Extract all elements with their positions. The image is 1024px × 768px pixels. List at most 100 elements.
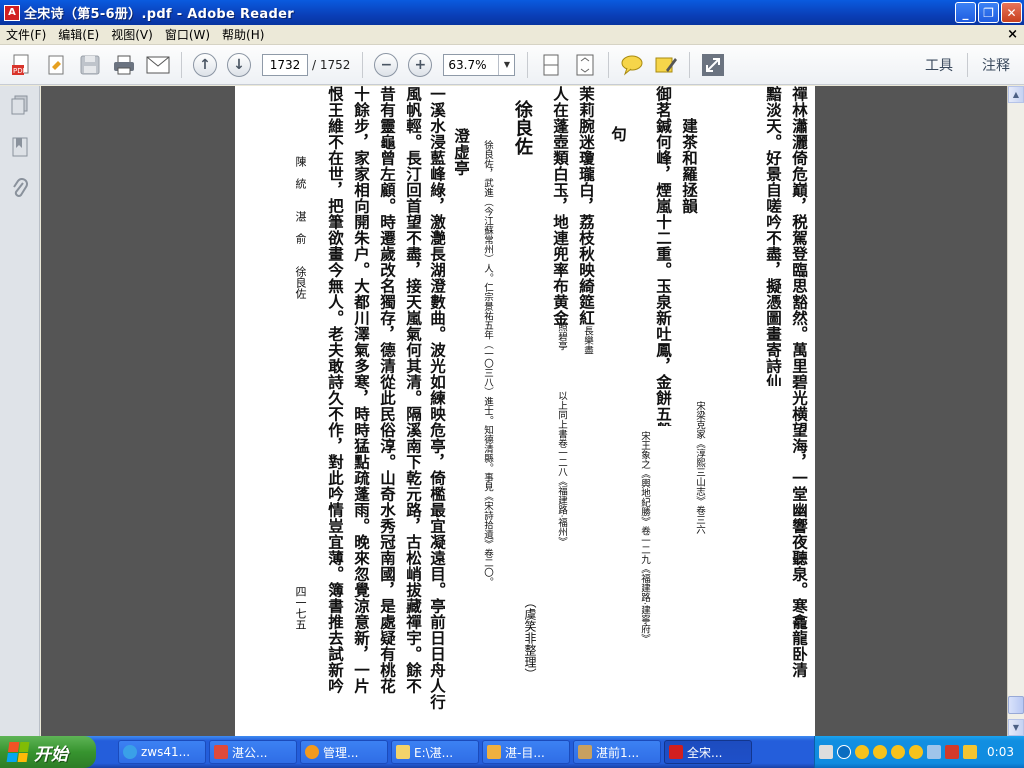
antivirus-icon[interactable] xyxy=(945,745,960,759)
scroll-page-icon xyxy=(543,54,559,75)
author-bio: 徐良佐，武進（今江蘇常州）人。仁宗景祐五年（一〇三八）進士。知德清縣。事見《宋詩… xyxy=(482,140,493,587)
paperclip-icon xyxy=(13,178,28,197)
window-controls: _ ❐ ✕ xyxy=(955,2,1022,23)
text-column: 禪林瀟灑倚危巔，税駕登臨思豁然。萬里碧光横望海，一堂幽響夜聽泉。寒龕龍卧清 xyxy=(790,86,809,678)
print-button[interactable] xyxy=(110,51,138,79)
zoom-value: 63.7% xyxy=(448,57,487,72)
task-button[interactable]: 湛公... xyxy=(209,740,297,764)
qq-icon[interactable] xyxy=(891,745,906,759)
toolbar-separator xyxy=(527,51,529,78)
browser-icon xyxy=(123,745,137,759)
keyboard-icon[interactable] xyxy=(819,745,834,759)
toolbar-separator xyxy=(362,51,364,78)
page-total: / 1752 xyxy=(312,57,351,72)
zoom-in-button[interactable]: + xyxy=(406,51,434,79)
highlight-button[interactable] xyxy=(652,51,680,79)
text-column: 御茗鍼何峰，煙嵐十二重。玉泉新吐鳳，金餅五盤龍。 xyxy=(654,86,673,426)
fit-page-button[interactable] xyxy=(571,51,599,79)
edit-pdf-icon xyxy=(48,55,64,74)
text-column: 茉莉腕迷瓊瓏白，荔枝秋映綺筵紅。 xyxy=(577,86,596,326)
windows-logo-icon xyxy=(6,742,30,762)
email-button[interactable] xyxy=(144,51,172,79)
poem-title: 建茶和羅拯韻 xyxy=(680,118,699,214)
task-button[interactable]: 管理... xyxy=(300,740,388,764)
task-button-active[interactable]: 全宋... xyxy=(664,740,752,764)
menu-window[interactable]: 窗口(W) xyxy=(159,26,216,43)
start-button[interactable]: 开始 xyxy=(0,736,96,768)
edit-pdf-button[interactable] xyxy=(42,51,70,79)
qq-icon[interactable] xyxy=(855,745,870,759)
source-note: 宋梁克家《淳熙三山志》卷三六 xyxy=(694,401,705,534)
network-icon[interactable] xyxy=(927,745,942,759)
system-tray: 0:03 xyxy=(814,736,1024,768)
document-viewport[interactable]: 禪林瀟灑倚危巔，税駕登臨思豁然。萬里碧光横望海，一堂幽響夜聽泉。寒龕龍卧清 黯淡… xyxy=(41,86,1007,736)
chevron-left-icon[interactable] xyxy=(837,745,852,759)
scroll-up-button[interactable]: ▲ xyxy=(1008,86,1024,103)
task-button[interactable]: 湛-目... xyxy=(482,740,570,764)
menu-help[interactable]: 帮助(H) xyxy=(216,26,270,43)
attachments-button[interactable] xyxy=(10,178,30,200)
expand-icon xyxy=(702,53,725,76)
zoom-out-button[interactable]: − xyxy=(372,51,400,79)
page-thumbnails-button[interactable] xyxy=(10,94,30,116)
plus-icon: + xyxy=(408,52,433,77)
toolbar-right: 工具 注释 xyxy=(911,45,1024,85)
zoom-select[interactable]: 63.7% ▼ xyxy=(443,53,516,76)
pages-icon xyxy=(11,95,28,115)
expand-button[interactable] xyxy=(699,51,727,79)
scroll-mode-button[interactable] xyxy=(537,51,565,79)
sticky-note-button[interactable] xyxy=(618,51,646,79)
text-column: 一溪水浸藍峰綠，激灔長湖澄數曲。波光如練映危亭，倚檻最宜凝遠目。亭前日日舟人行 xyxy=(428,86,447,710)
taskbar: 开始 zws41... 湛公... 管理... E:\湛... 湛-目... 湛… xyxy=(0,736,1024,768)
arrow-down-icon: ↓ xyxy=(227,52,251,77)
bookmarks-button[interactable] xyxy=(10,136,30,158)
text-column: 十餘步，家家相向開朱户。大都川澤氣多寒，時時猛點疏蓬雨。晚來忽覺涼意新，一片 xyxy=(352,86,371,694)
task-list: zws41... 湛公... 管理... E:\湛... 湛-目... 湛前1.… xyxy=(118,740,752,764)
scroll-thumb[interactable] xyxy=(1008,696,1024,714)
pdf-page: 禪林瀟灑倚危巔，税駕登臨思豁然。萬里碧光横望海，一堂幽響夜聽泉。寒龕龍卧清 黯淡… xyxy=(235,86,815,736)
menu-view[interactable]: 视图(V) xyxy=(105,26,159,43)
app-icon xyxy=(578,745,592,759)
highlighter-icon xyxy=(655,57,678,72)
arrow-up-icon: ↑ xyxy=(193,52,217,77)
comment-pane-button[interactable]: 注释 xyxy=(968,55,1024,75)
toolbar-separator xyxy=(689,51,691,78)
menu-bar: 文件(F) 编辑(E) 视图(V) 窗口(W) 帮助(H) × xyxy=(0,25,1024,45)
toolbar-separator xyxy=(608,51,610,78)
text-column: 黯淡天。好景自嗟吟不盡，擬憑圖畫寄詩仙。 xyxy=(764,86,783,386)
folder-icon xyxy=(396,745,410,759)
save-button[interactable] xyxy=(76,51,104,79)
title-bar: A 全宋诗（第5-6册）.pdf - Adobe Reader _ ❐ ✕ xyxy=(0,0,1024,25)
menu-file[interactable]: 文件(F) xyxy=(0,26,52,43)
source-note: 照碧亭 xyxy=(556,322,567,351)
app-icon xyxy=(487,745,501,759)
scroll-down-button[interactable]: ▼ xyxy=(1008,719,1024,736)
task-button[interactable]: zws41... xyxy=(118,740,206,764)
page-number-input[interactable]: 1732 xyxy=(262,53,308,76)
document-close-button[interactable]: × xyxy=(1007,27,1018,42)
app-icon xyxy=(214,745,228,759)
menu-edit[interactable]: 编辑(E) xyxy=(52,26,105,43)
minimize-button[interactable]: _ xyxy=(955,2,976,23)
source-note: 以上同上書卷一二八《福建路·福州》 xyxy=(556,391,567,547)
previous-page-button[interactable]: ↑ xyxy=(191,51,219,79)
shield-icon[interactable] xyxy=(963,745,978,759)
create-pdf-button[interactable]: PDF xyxy=(8,51,36,79)
tools-pane-button[interactable]: 工具 xyxy=(911,55,967,75)
vertical-scrollbar[interactable]: ▲ ▼ xyxy=(1007,86,1024,736)
running-footer: 陳 統 湛 俞 徐良佐 xyxy=(294,156,307,299)
task-button[interactable]: E:\湛... xyxy=(391,740,479,764)
adobe-reader-icon xyxy=(669,745,683,759)
qq-icon[interactable] xyxy=(909,745,924,759)
clock: 0:03 xyxy=(987,745,1014,759)
restore-button[interactable]: ❐ xyxy=(978,2,999,23)
close-button[interactable]: ✕ xyxy=(1001,2,1022,23)
next-page-button[interactable]: ↓ xyxy=(225,51,253,79)
source-note: 宋王象之《輿地紀勝》卷一二九《福建路·建寧府》 xyxy=(639,431,650,644)
section-heading: 句 xyxy=(609,126,628,142)
qq-icon[interactable] xyxy=(873,745,888,759)
task-button[interactable]: 湛前1... xyxy=(573,740,661,764)
source-note: 長樂盡 xyxy=(582,326,593,355)
firefox-icon xyxy=(305,745,319,759)
poem-title: 澄虚亭 xyxy=(452,128,471,176)
